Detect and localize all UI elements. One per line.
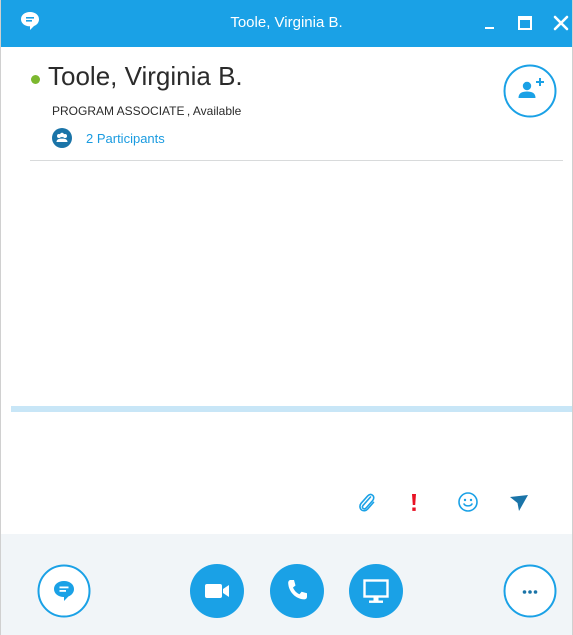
- minimize-icon: [485, 27, 494, 29]
- presence-available-icon: [31, 75, 40, 84]
- contact-status: PROGRAM ASSOCIATE , Available: [52, 104, 242, 118]
- video-button[interactable]: [190, 564, 244, 618]
- paperclip-icon: [359, 493, 375, 512]
- minimize-button[interactable]: [476, 10, 502, 36]
- call-button[interactable]: [270, 564, 324, 618]
- maximize-icon: [518, 16, 532, 30]
- title-bar[interactable]: Toole, Virginia B.: [1, 0, 572, 47]
- ellipsis-icon: [503, 564, 557, 618]
- smiley-icon: [458, 492, 478, 512]
- present-button[interactable]: [349, 564, 403, 618]
- participants-label: 2 Participants: [86, 131, 165, 146]
- send-button[interactable]: [506, 489, 532, 515]
- contact-name: Toole, Virginia B.: [48, 61, 243, 91]
- im-button[interactable]: [37, 564, 91, 618]
- mark-important-button[interactable]: [401, 489, 427, 515]
- send-arrow-icon: [510, 495, 528, 511]
- close-icon: [553, 15, 569, 31]
- compose-divider[interactable]: [11, 406, 572, 412]
- more-options-button[interactable]: [503, 564, 557, 618]
- maximize-button[interactable]: [513, 10, 539, 36]
- chat-bubble-icon: [37, 564, 91, 618]
- close-button[interactable]: [548, 10, 573, 36]
- video-camera-icon: [190, 564, 244, 618]
- exclamation-icon: [412, 494, 416, 511]
- add-person-button[interactable]: [503, 64, 557, 118]
- attach-button[interactable]: [353, 489, 379, 515]
- emoticon-button[interactable]: [455, 489, 481, 515]
- conversation-window: Toole, Virginia B. Toole, Virginia B. PR…: [0, 0, 573, 635]
- monitor-icon: [349, 564, 403, 618]
- phone-icon: [270, 564, 324, 618]
- add-person-icon: [503, 64, 557, 118]
- people-icon: [52, 128, 72, 148]
- conversation-history[interactable]: [1, 161, 572, 406]
- message-input[interactable]: [15, 418, 559, 482]
